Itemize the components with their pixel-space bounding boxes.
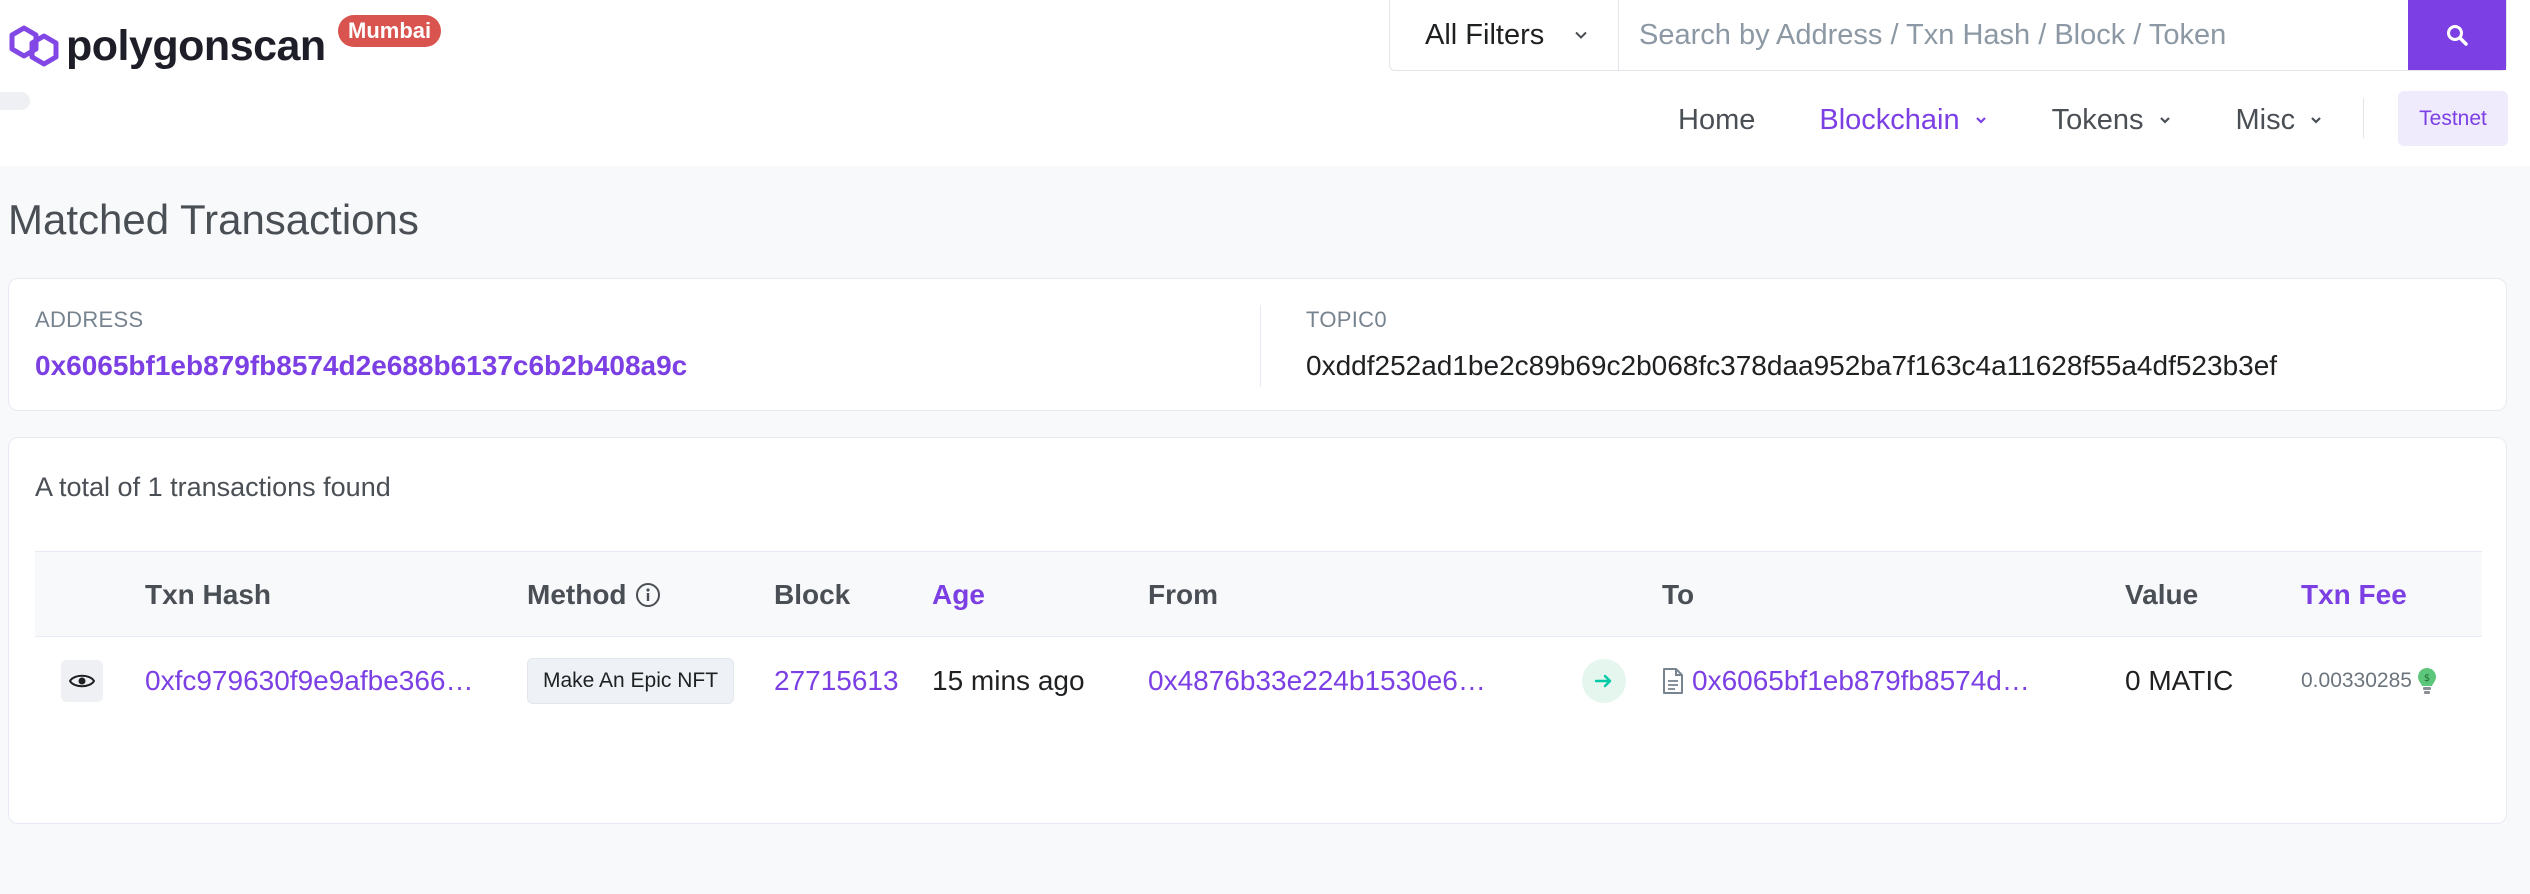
nav-home[interactable]: Home (1678, 104, 1755, 137)
nav-blockchain-label: Blockchain (1819, 103, 1960, 136)
site-header: polygonscan Mumbai All Filters Home Bloc… (0, 0, 2530, 166)
polygonscan-logo[interactable]: polygonscan (8, 18, 326, 74)
chevron-down-icon (1575, 31, 1587, 39)
eye-icon (69, 674, 95, 688)
nav-home-label: Home (1678, 103, 1756, 136)
table-row: 0xfc979630f9e9afbe366… Make An Epic NFT … (35, 637, 2482, 725)
contract-file-icon (1663, 668, 1683, 694)
col-value: Value (2125, 579, 2199, 610)
from-address-link[interactable]: 0x4876b33e224b1530e6… (1148, 637, 1508, 725)
info-divider (1260, 305, 1261, 387)
polygon-logo-icon (9, 25, 59, 67)
col-block: Block (774, 579, 851, 610)
preview-button[interactable] (61, 660, 103, 702)
col-to: To (1662, 579, 1695, 610)
preview-cell (61, 637, 103, 725)
col-txn-fee[interactable]: Txn Fee (2301, 552, 2407, 638)
filter-info-card: ADDRESS 0x6065bf1eb879fb8574d2e688b6137c… (8, 278, 2507, 411)
main-nav: Home Blockchain Tokens Misc (1678, 100, 2387, 140)
page-title: Matched Transactions (8, 196, 419, 243)
age-cell: 15 mins ago (932, 665, 1085, 696)
to-address-link[interactable]: 0x6065bf1eb879fb8574d… (1692, 665, 2030, 697)
method-badge: Make An Epic NFT (527, 658, 735, 704)
topic0-value: 0xddf252ad1be2c89b69c2b068fc378daa952ba7… (1306, 350, 2278, 381)
total-transactions-text: A total of 1 transactions found (35, 472, 391, 502)
transactions-card: A total of 1 transactions found Txn Hash… (8, 437, 2507, 824)
chevron-down-icon (1975, 117, 1986, 124)
direction-cell (1582, 637, 1626, 725)
block-link[interactable]: 27715613 (774, 637, 899, 725)
search-filter-label: All Filters (1425, 18, 1545, 51)
address-link[interactable]: 0x6065bf1eb879fb8574d2e688b6137c6b2b408a… (35, 350, 687, 382)
txn-hash-link[interactable]: 0xfc979630f9e9afbe366… (145, 637, 485, 725)
transactions-table: Txn Hash Method Block Age From To Value … (35, 551, 2482, 725)
value-cell: 0 MATIC (2125, 665, 2234, 696)
table-header: Txn Hash Method Block Age From To Value … (35, 551, 2482, 637)
search-button[interactable] (2408, 0, 2506, 70)
chevron-down-icon (2159, 117, 2170, 124)
svg-text:$: $ (2424, 673, 2430, 684)
nav-tokens-label: Tokens (2051, 103, 2144, 136)
col-from: From (1148, 579, 1218, 610)
txn-fee-value: 0.00330285 (2301, 669, 2412, 692)
testnet-button[interactable]: Testnet (2398, 91, 2508, 146)
col-method-label: Method (527, 579, 627, 610)
search-input[interactable] (1619, 0, 2408, 70)
chevron-down-icon (2311, 117, 2321, 124)
address-label: ADDRESS (35, 307, 144, 332)
side-toggle[interactable] (0, 92, 30, 110)
col-age[interactable]: Age (932, 552, 985, 638)
nav-misc[interactable]: Misc (2236, 104, 2324, 137)
nav-divider (2363, 98, 2364, 138)
arrow-right-icon (1582, 659, 1626, 703)
txn-fee-cell: 0.00330285 $ (2301, 637, 2438, 725)
nav-misc-label: Misc (2235, 103, 2296, 136)
to-cell: 0x6065bf1eb879fb8574d… (1662, 637, 2082, 725)
col-method: Method (527, 552, 661, 638)
network-badge: Mumbai (338, 15, 442, 47)
gas-bulb-icon[interactable]: $ (2416, 666, 2438, 696)
search-filter-dropdown[interactable]: All Filters (1390, 0, 1619, 70)
info-circle-icon[interactable] (635, 582, 661, 608)
search-icon (2447, 24, 2468, 46)
topic0-label: TOPIC0 (1306, 307, 1387, 332)
logo-text: polygonscan (66, 21, 326, 70)
method-cell: Make An Epic NFT (527, 637, 735, 725)
col-txn-hash: Txn Hash (145, 579, 272, 610)
search-bar: All Filters (1389, 0, 2507, 71)
nav-tokens[interactable]: Tokens (2052, 104, 2172, 137)
nav-blockchain[interactable]: Blockchain (1819, 104, 1987, 137)
